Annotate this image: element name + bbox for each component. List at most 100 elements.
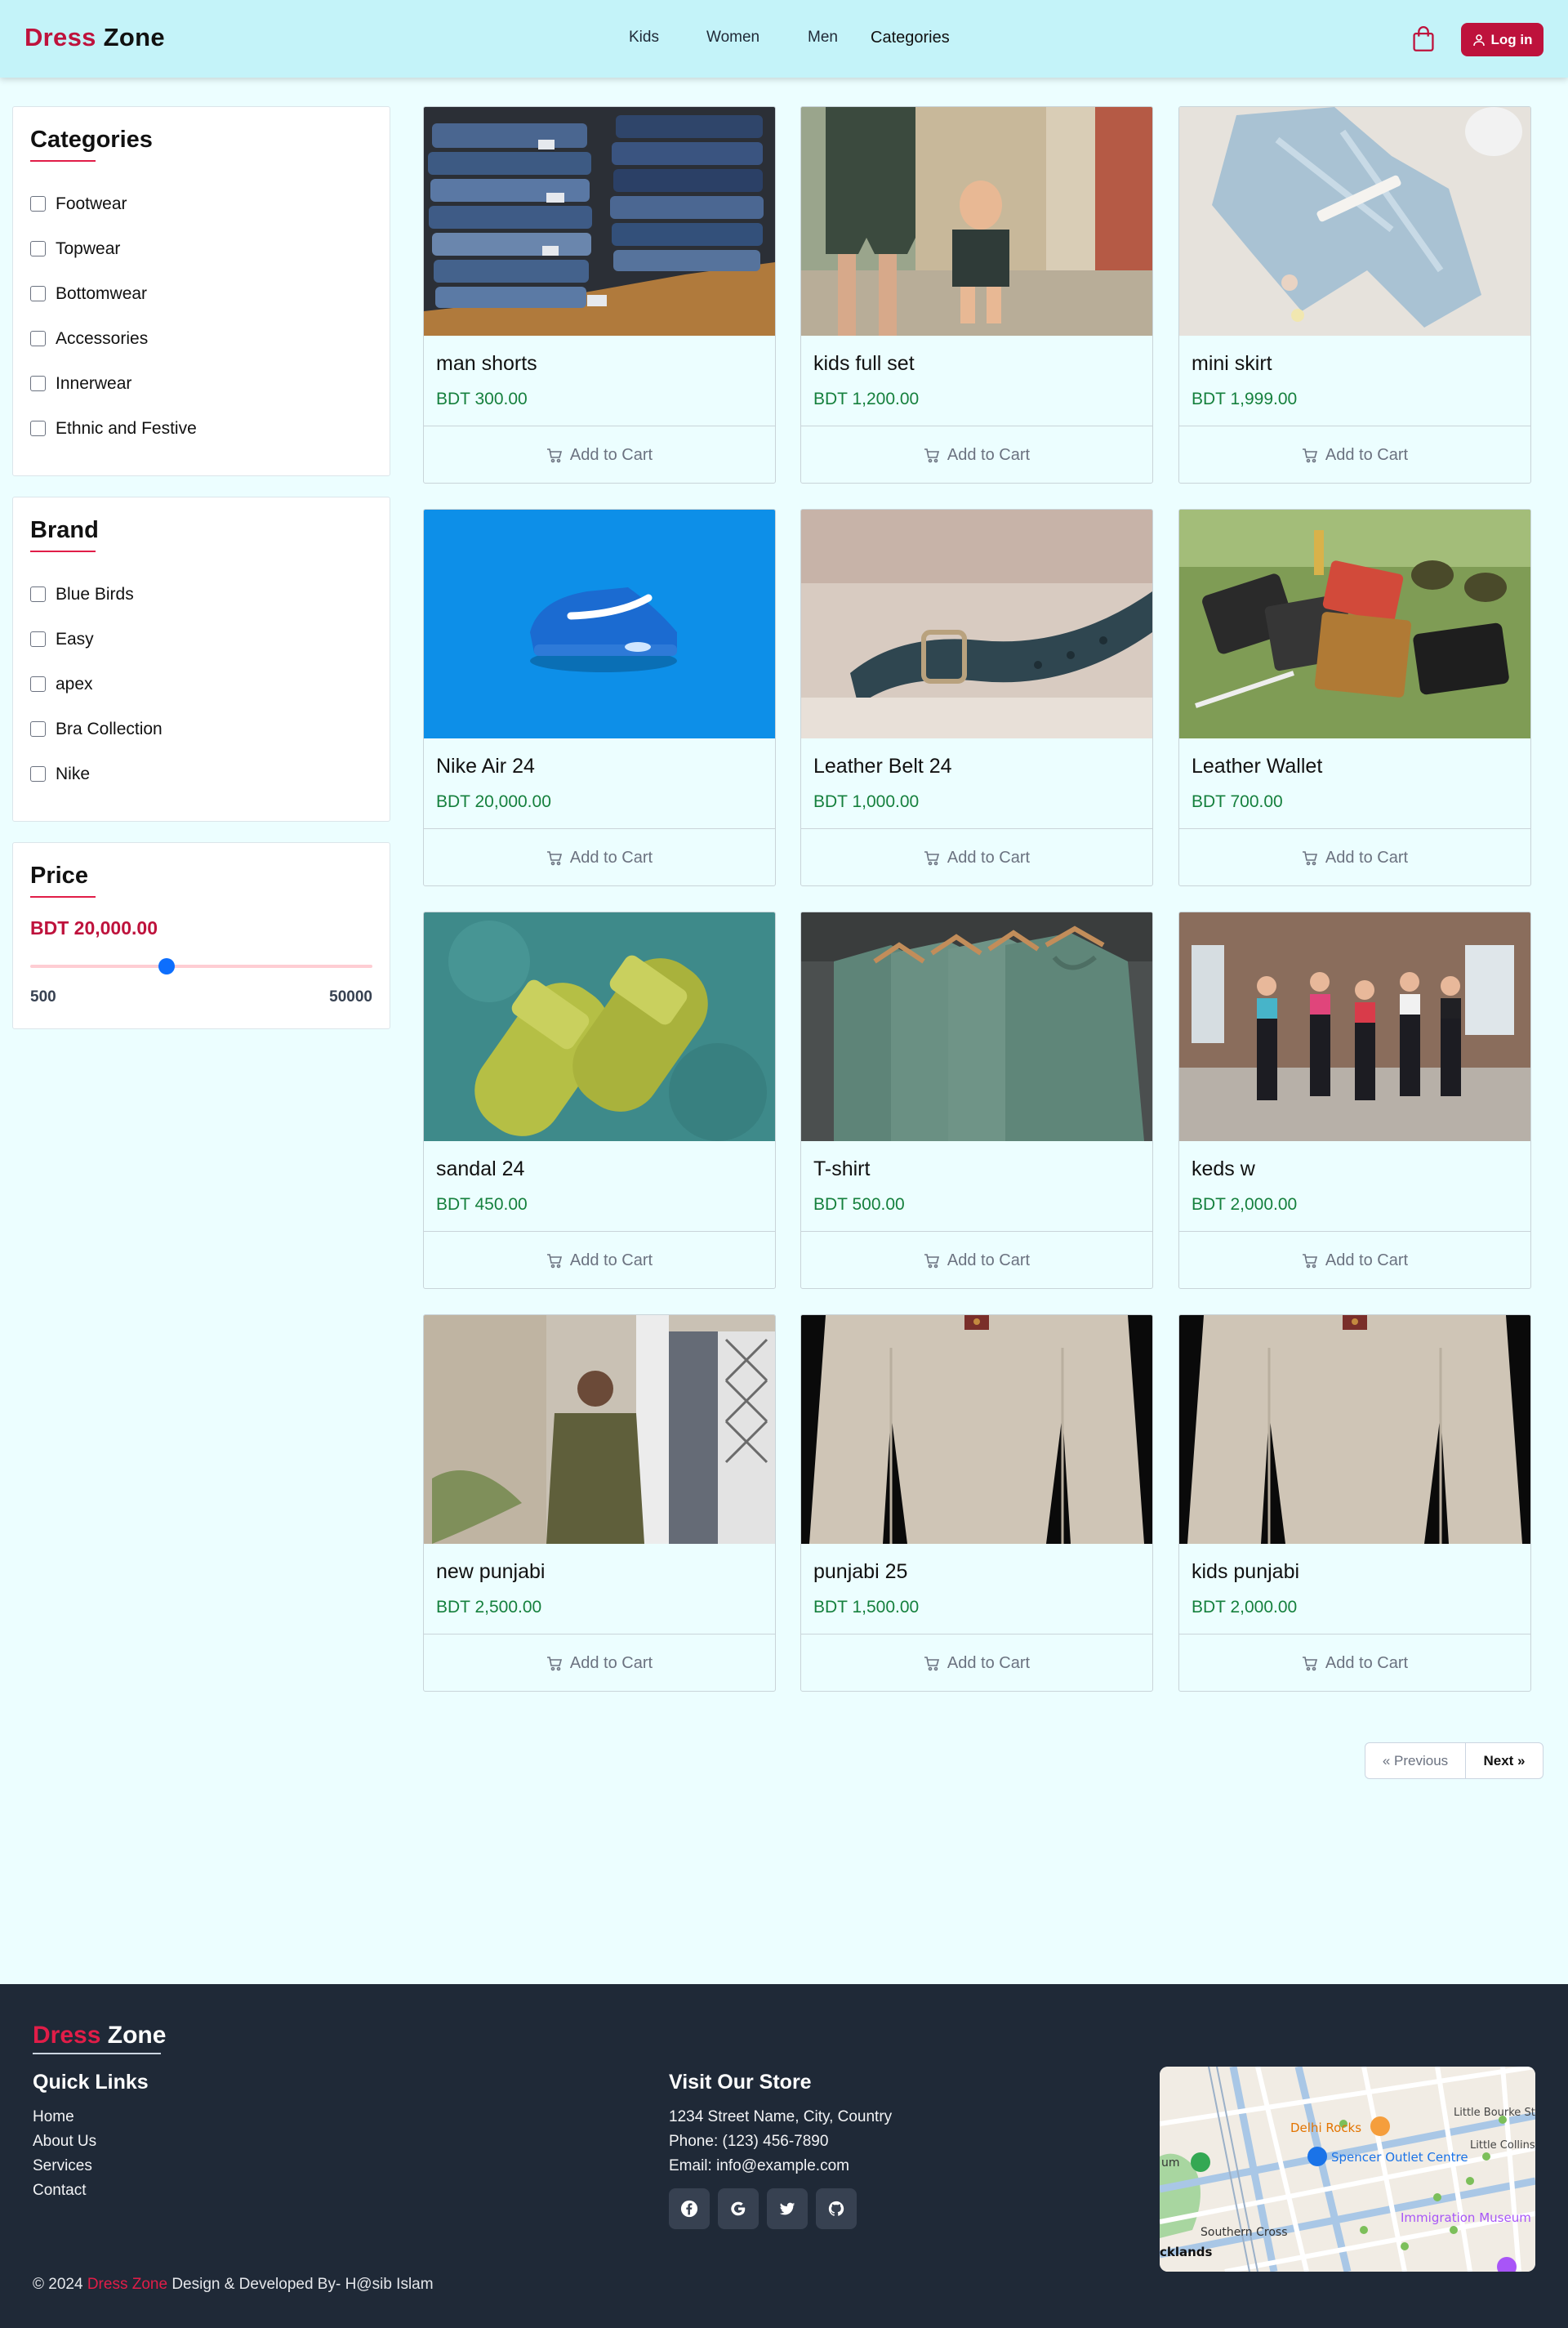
product-name[interactable]: punjabi 25 bbox=[813, 1560, 907, 1584]
brand-option[interactable]: Easy bbox=[30, 617, 372, 662]
product-image[interactable] bbox=[1179, 1315, 1530, 1544]
checkbox[interactable] bbox=[30, 766, 46, 782]
category-option[interactable]: Ethnic and Festive bbox=[30, 406, 372, 451]
product-name[interactable]: man shorts bbox=[436, 352, 537, 376]
store-map[interactable]: Delhi Rocks Spencer Outlet Centre Little… bbox=[1160, 2067, 1535, 2272]
add-to-cart-button[interactable]: Add to Cart bbox=[424, 828, 775, 885]
product-image[interactable] bbox=[1179, 510, 1530, 738]
checkbox[interactable] bbox=[30, 376, 46, 391]
footer-link-home[interactable]: Home bbox=[33, 2105, 96, 2130]
product-card[interactable]: punjabi 25 BDT 1,500.00 Add to Cart bbox=[800, 1314, 1153, 1692]
category-checkbox-list: Footwear Topwear Bottomwear Accessories … bbox=[30, 181, 372, 451]
checkbox[interactable] bbox=[30, 286, 46, 301]
slider-thumb[interactable] bbox=[158, 958, 176, 974]
brand-option[interactable]: apex bbox=[30, 662, 372, 707]
checkbox[interactable] bbox=[30, 241, 46, 256]
nav-link-men[interactable]: Men bbox=[808, 29, 838, 47]
checkbox[interactable] bbox=[30, 586, 46, 602]
product-name[interactable]: Leather Belt 24 bbox=[813, 755, 952, 778]
category-option[interactable]: Topwear bbox=[30, 226, 372, 271]
checkbox[interactable] bbox=[30, 631, 46, 647]
copyright-brand[interactable]: Dress Zone bbox=[87, 2276, 167, 2293]
store-title: Visit Our Store bbox=[669, 2071, 812, 2094]
product-card[interactable]: Nike Air 24 BDT 20,000.00 Add to Cart bbox=[423, 509, 776, 886]
product-name[interactable]: Leather Wallet bbox=[1192, 755, 1322, 778]
quick-links-list: Home About Us Services Contact bbox=[33, 2105, 96, 2203]
next-page-button[interactable]: Next » bbox=[1465, 1742, 1544, 1779]
checkbox[interactable] bbox=[30, 196, 46, 212]
product-card[interactable]: T-shirt BDT 500.00 Add to Cart bbox=[800, 912, 1153, 1289]
product-image[interactable] bbox=[801, 107, 1152, 336]
product-image[interactable] bbox=[424, 107, 775, 336]
checkbox[interactable] bbox=[30, 421, 46, 436]
brand-option[interactable]: Blue Birds bbox=[30, 572, 372, 617]
brand-option[interactable]: Bra Collection bbox=[30, 707, 372, 751]
product-name[interactable]: kids punjabi bbox=[1192, 1560, 1299, 1584]
footer-link-contact[interactable]: Contact bbox=[33, 2179, 96, 2203]
add-to-cart-button[interactable]: Add to Cart bbox=[424, 426, 775, 483]
add-to-cart-button[interactable]: Add to Cart bbox=[1179, 426, 1530, 483]
category-option[interactable]: Footwear bbox=[30, 181, 372, 226]
checkbox[interactable] bbox=[30, 331, 46, 346]
product-card[interactable]: keds w BDT 2,000.00 Add to Cart bbox=[1178, 912, 1531, 1289]
brand-filter-title: Brand bbox=[30, 517, 99, 543]
checkbox[interactable] bbox=[30, 676, 46, 692]
add-to-cart-button[interactable]: Add to Cart bbox=[801, 426, 1152, 483]
product-name[interactable]: mini skirt bbox=[1192, 352, 1272, 376]
add-to-cart-button[interactable]: Add to Cart bbox=[1179, 1231, 1530, 1288]
cart-icon bbox=[546, 1656, 562, 1670]
category-option[interactable]: Accessories bbox=[30, 316, 372, 361]
nav-link-kids[interactable]: Kids bbox=[629, 29, 659, 47]
brand-option[interactable]: Nike bbox=[30, 751, 372, 796]
product-image[interactable] bbox=[801, 912, 1152, 1141]
footer-link-about[interactable]: About Us bbox=[33, 2130, 96, 2154]
product-name[interactable]: new punjabi bbox=[436, 1560, 545, 1584]
product-name[interactable]: Nike Air 24 bbox=[436, 755, 535, 778]
product-card[interactable]: new punjabi BDT 2,500.00 Add to Cart bbox=[423, 1314, 776, 1692]
twitter-icon[interactable] bbox=[767, 2188, 808, 2229]
product-name[interactable]: keds w bbox=[1192, 1157, 1255, 1181]
nav-link-women[interactable]: Women bbox=[706, 29, 760, 47]
footer-brand-logo[interactable]: Dress Zone bbox=[33, 2022, 166, 2049]
add-to-cart-button[interactable]: Add to Cart bbox=[801, 828, 1152, 885]
category-option[interactable]: Innerwear bbox=[30, 361, 372, 406]
product-name[interactable]: T-shirt bbox=[813, 1157, 870, 1181]
shopping-bag-icon[interactable] bbox=[1412, 26, 1435, 52]
price-filter-title: Price bbox=[30, 863, 88, 889]
github-icon[interactable] bbox=[816, 2188, 857, 2229]
facebook-icon[interactable] bbox=[669, 2188, 710, 2229]
product-image[interactable] bbox=[424, 510, 775, 738]
add-to-cart-button[interactable]: Add to Cart bbox=[424, 1231, 775, 1288]
store-address: 1234 Street Name, City, Country bbox=[669, 2108, 893, 2125]
product-image[interactable] bbox=[424, 912, 775, 1141]
product-image[interactable] bbox=[1179, 107, 1530, 336]
product-card[interactable]: Leather Belt 24 BDT 1,000.00 Add to Cart bbox=[800, 509, 1153, 886]
product-card[interactable]: kids punjabi BDT 2,000.00 Add to Cart bbox=[1178, 1314, 1531, 1692]
footer-link-services[interactable]: Services bbox=[33, 2154, 96, 2179]
add-to-cart-button[interactable]: Add to Cart bbox=[1179, 1634, 1530, 1691]
add-to-cart-button[interactable]: Add to Cart bbox=[801, 1231, 1152, 1288]
add-to-cart-label: Add to Cart bbox=[1325, 849, 1409, 867]
product-card[interactable]: kids full set BDT 1,200.00 Add to Cart bbox=[800, 106, 1153, 484]
product-card[interactable]: Leather Wallet BDT 700.00 Add to Cart bbox=[1178, 509, 1531, 886]
product-name[interactable]: sandal 24 bbox=[436, 1157, 524, 1181]
product-image[interactable] bbox=[1179, 912, 1530, 1141]
previous-page-button[interactable]: « Previous bbox=[1365, 1742, 1466, 1779]
product-image[interactable] bbox=[801, 1315, 1152, 1544]
product-card[interactable]: mini skirt BDT 1,999.00 Add to Cart bbox=[1178, 106, 1531, 484]
cart-icon bbox=[546, 850, 562, 865]
price-slider[interactable] bbox=[30, 958, 372, 974]
product-name[interactable]: kids full set bbox=[813, 352, 915, 376]
product-image[interactable] bbox=[801, 510, 1152, 738]
google-icon[interactable] bbox=[718, 2188, 759, 2229]
category-option[interactable]: Bottomwear bbox=[30, 271, 372, 316]
login-button[interactable]: Log in bbox=[1461, 23, 1544, 56]
product-image[interactable] bbox=[424, 1315, 775, 1544]
nav-link-categories[interactable]: Categories bbox=[871, 29, 950, 47]
add-to-cart-button[interactable]: Add to Cart bbox=[801, 1634, 1152, 1691]
product-card[interactable]: man shorts BDT 300.00 Add to Cart bbox=[423, 106, 776, 484]
checkbox[interactable] bbox=[30, 721, 46, 737]
product-card[interactable]: sandal 24 BDT 450.00 Add to Cart bbox=[423, 912, 776, 1289]
add-to-cart-button[interactable]: Add to Cart bbox=[424, 1634, 775, 1691]
add-to-cart-button[interactable]: Add to Cart bbox=[1179, 828, 1530, 885]
